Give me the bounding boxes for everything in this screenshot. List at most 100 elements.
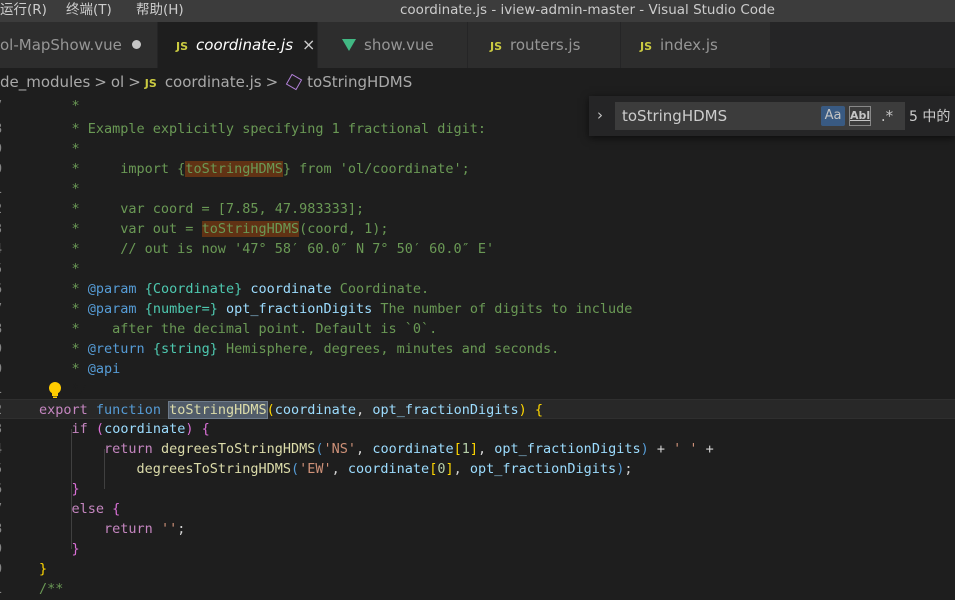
breadcrumb: de_modules > ol > JS coordinate.js > toStringHD… xyxy=(0,68,955,96)
title-bar: 运行(R) 终端(T) 帮助(H) coordinate.js - iview-… xyxy=(0,0,955,22)
code-line: 5 degreesToStringHDMS('EW', coordinate[0… xyxy=(0,459,955,479)
code-text: return degreesToStringHDMS('NS', coordin… xyxy=(104,441,714,457)
tab-ol-mapshow[interactable]: ol-MapShow.vue xyxy=(0,22,158,68)
line-number: 0 xyxy=(0,359,8,379)
unsaved-dot-icon[interactable] xyxy=(131,40,141,49)
search-match: toStringHDMS xyxy=(201,221,300,237)
tab-label: coordinate.js xyxy=(196,36,294,54)
breadcrumb-separator: > xyxy=(128,73,141,91)
breadcrumb-item-node-modules[interactable]: de_modules xyxy=(0,73,90,91)
code-text: * @param {Coordinate} coordinate Coordin… xyxy=(39,279,430,299)
tab-routers-js[interactable]: JS routers.js xyxy=(468,22,621,68)
menu-run[interactable]: 运行(R) xyxy=(0,0,47,22)
jsdoc-tag: @param xyxy=(87,301,137,317)
code-line: 6 * @param {Coordinate} coordinate Coord… xyxy=(0,279,955,299)
code-text: * Example explicitly specifying 1 fracti… xyxy=(39,121,487,137)
jsdoc-type: {Coordinate} xyxy=(136,281,243,297)
code-line: 1 /** xyxy=(0,579,955,599)
close-icon[interactable]: × xyxy=(302,22,315,68)
string: ' ' xyxy=(673,441,698,457)
line-number: 2 xyxy=(0,199,8,219)
tab-label: ol-MapShow.vue xyxy=(0,36,122,54)
regex-button[interactable]: .* xyxy=(877,106,897,126)
tab-label: routers.js xyxy=(510,36,581,54)
line-number: 5 xyxy=(0,459,8,479)
param: coordinate xyxy=(372,441,454,457)
breadcrumb-item-symbol[interactable]: toStringHDMS xyxy=(307,73,412,91)
code-text: * xyxy=(39,281,88,297)
code-text: * var out = toStringHDMS(coord, 1); xyxy=(39,219,389,239)
code-text: * import {toStringHDMS} from 'ol/coordin… xyxy=(39,159,470,179)
code-line: 4 * // out is now '47° 58′ 60.0″ N 7° 50… xyxy=(0,239,955,259)
line-number: 0 xyxy=(0,559,8,579)
tab-coordinate-js[interactable]: JS coordinate.js × xyxy=(158,22,318,68)
match-case-button[interactable]: Aa xyxy=(821,106,845,126)
param: opt_fractionDigits xyxy=(469,461,617,477)
whole-word-button[interactable]: Abl xyxy=(849,106,871,126)
param: coordinate xyxy=(347,461,430,477)
code-editor[interactable]: 7 * 8 * Example explicitly specifying 1 … xyxy=(0,96,955,600)
toggle-replace-chevron-icon[interactable]: › xyxy=(597,106,603,124)
code-line: 0 * import {toStringHDMS} from 'ol/coord… xyxy=(0,159,955,179)
code-line: 5 * xyxy=(0,259,955,279)
menu-help[interactable]: 帮助(H) xyxy=(136,0,184,22)
code-text: } xyxy=(39,561,48,577)
function-call: degreesToStringHDMS xyxy=(136,461,291,477)
code-text: Coordinate. xyxy=(331,281,430,297)
code-line: 0} xyxy=(0,559,955,579)
code-text: else { xyxy=(71,501,121,517)
tab-bar: ol-MapShow.vue JS coordinate.js × show.vue… xyxy=(0,22,955,68)
js-file-icon: JS xyxy=(176,40,189,53)
code-line: 1 */ xyxy=(0,379,955,399)
code-text: * @return {string} Hemisphere, degrees, … xyxy=(39,339,560,359)
tab-label: index.js xyxy=(660,36,718,54)
number: 1 xyxy=(461,441,470,457)
code-line: 2 * var coord = [7.85, 47.983333]; xyxy=(0,199,955,219)
code-text: * // out is now '47° 58′ 60.0″ N 7° 50′ … xyxy=(39,241,495,257)
line-number: 8 xyxy=(0,319,8,339)
code-text: Hemisphere, degrees, minutes and seconds… xyxy=(217,341,560,357)
code-text: * var coord = [7.85, 47.983333]; xyxy=(39,201,365,217)
code-line-current: 2 export function toStringHDMS(coordinate… xyxy=(0,399,955,419)
code-line: 7 else { xyxy=(0,499,955,519)
line-number: 6 xyxy=(0,479,8,499)
breadcrumb-separator: > xyxy=(94,73,107,91)
code-line: 6 } xyxy=(0,479,955,499)
line-number: 7 xyxy=(0,499,8,519)
tab-label: show.vue xyxy=(364,36,434,54)
keyword: if xyxy=(71,421,88,437)
js-file-icon: JS xyxy=(490,40,503,53)
code-line: 3 * var out = toStringHDMS(coord, 1); xyxy=(0,219,955,239)
line-number: 8 xyxy=(0,119,8,139)
code-text: * xyxy=(39,341,88,357)
line-number: 9 xyxy=(0,539,8,559)
search-match-current: toStringHDMS xyxy=(168,401,268,419)
jsdoc-type: {number=} xyxy=(136,301,218,317)
code-text: } xyxy=(71,481,80,497)
code-line: 0 * @api xyxy=(0,359,955,379)
vue-file-icon xyxy=(342,39,356,51)
code-line: 3 if (coordinate) { xyxy=(0,419,955,439)
line-number: 8 xyxy=(0,519,8,539)
tab-show-vue[interactable]: show.vue xyxy=(318,22,468,68)
breadcrumb-item-ol[interactable]: ol xyxy=(111,73,124,91)
menu-terminal[interactable]: 终端(T) xyxy=(66,0,112,22)
line-number: 7 xyxy=(0,299,8,319)
code-text: * import { xyxy=(39,161,186,177)
code-line: 9 * @return {string} Hemisphere, degrees… xyxy=(0,339,955,359)
tab-index-js[interactable]: JS index.js xyxy=(621,22,771,68)
lightbulb-icon[interactable] xyxy=(47,381,63,399)
keyword: else xyxy=(71,501,105,517)
line-number: 7 xyxy=(0,96,8,116)
code-line: 4 return degreesToStringHDMS('NS', coord… xyxy=(0,439,955,459)
param: opt_fractionDigits xyxy=(372,402,519,418)
breadcrumb-item-file[interactable]: coordinate.js xyxy=(165,73,262,91)
code-text: if (coordinate) { xyxy=(71,421,210,437)
jsdoc-tag: @api xyxy=(87,361,121,377)
code-text: * var out = xyxy=(39,221,202,237)
keyword: return xyxy=(104,441,153,457)
line-number: 0 xyxy=(0,159,8,179)
method-cube-icon xyxy=(285,73,303,91)
line-number: 3 xyxy=(0,219,8,239)
code-text: /** xyxy=(39,581,64,597)
